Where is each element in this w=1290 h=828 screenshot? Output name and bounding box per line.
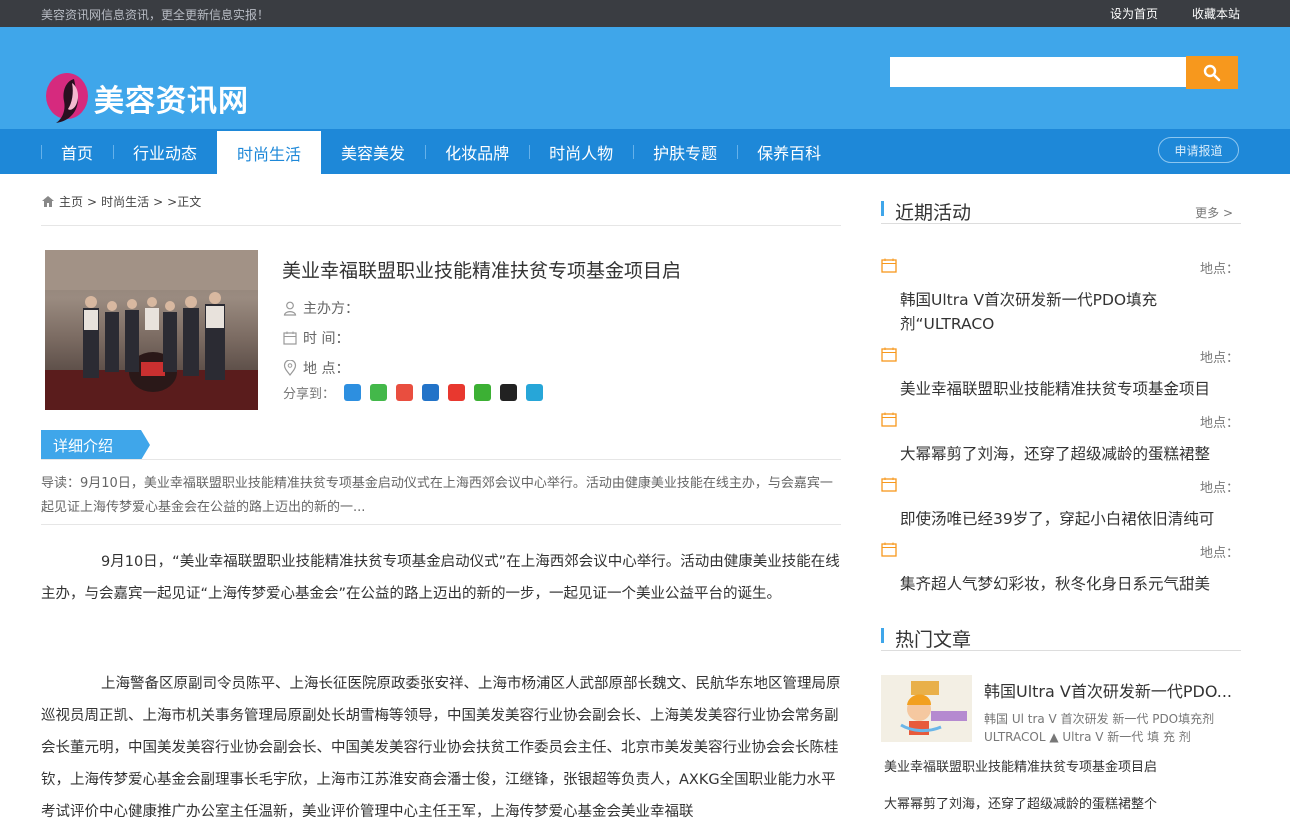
kaixin-share-icon[interactable] xyxy=(448,384,466,401)
logo-woman-icon xyxy=(44,71,90,125)
hot-articles-header: 热门文章 xyxy=(881,601,1241,651)
hot-articles-title: 热门文章 xyxy=(895,629,972,651)
organizer-row: 主办方： xyxy=(283,298,359,318)
nav-item-label[interactable]: 时尚人物 xyxy=(529,140,633,164)
breadcrumb: 主页 > 时尚生活 > > 正文 xyxy=(41,174,841,226)
nav-item-label[interactable]: 化妆品牌 xyxy=(425,140,529,164)
activity-location: 地点： xyxy=(1199,416,1239,431)
nav-item-care-wiki[interactable]: 保养百科 xyxy=(737,129,841,174)
event-title: 美业幸福联盟职业技能精准扶贫专项基金项目启 xyxy=(282,260,682,282)
clover-share-icon[interactable] xyxy=(370,384,388,401)
more-link[interactable]: 更多 > xyxy=(1195,204,1233,221)
nav-item-label[interactable]: 美容美发 xyxy=(321,140,425,164)
breadcrumb-sep: > xyxy=(87,194,98,209)
share-bar: 分享到： xyxy=(283,383,544,402)
main-content: 主页 > 时尚生活 > > 正文 美业幸福联盟职业技能精准扶贫专项基金项目启 主… xyxy=(41,174,841,820)
place-row: 地 点： xyxy=(283,358,349,378)
activities-title: 近期活动 xyxy=(895,202,972,224)
activity-title[interactable]: 集齐超人气梦幻彩妆，秋冬化身日系元气甜美 xyxy=(900,572,1240,596)
activity-location: 地点： xyxy=(1199,351,1239,366)
breadcrumb-section[interactable]: 时尚生活 xyxy=(101,193,149,210)
wechat-share-icon[interactable] xyxy=(474,384,492,401)
top-bar: 美容资讯网信息资讯，更全更新信息实报！ 设为首页 收藏本站 xyxy=(0,0,1290,27)
home-icon xyxy=(42,196,54,207)
bookmark-link[interactable]: 收藏本站 xyxy=(1192,5,1240,22)
search-icon xyxy=(1203,64,1221,81)
organizer-label: 主办方： xyxy=(303,301,359,317)
logo-text: 美容资讯网 xyxy=(94,84,249,119)
hot-article-link[interactable]: 美业幸福联盟职业技能精准扶贫专项基金项目启 xyxy=(884,756,1157,775)
place-label: 地 点： xyxy=(303,361,350,377)
nav-item-label[interactable]: 护肤专题 xyxy=(633,140,737,164)
calendar-icon xyxy=(881,258,897,273)
set-home-link[interactable]: 设为首页 xyxy=(1110,5,1158,22)
search-box xyxy=(890,56,1238,89)
event-photo[interactable] xyxy=(45,250,258,410)
site-logo[interactable]: 美容资讯网 xyxy=(44,71,249,125)
nav-item-cosmetics[interactable]: 化妆品牌 xyxy=(425,129,529,174)
section-marker xyxy=(881,628,884,643)
time-label: 时 间： xyxy=(303,331,350,347)
qzone-share-icon[interactable] xyxy=(344,384,362,401)
article-paragraph: 上海警备区原副司令员陈平、上海长征医院原政委张安祥、上海市杨浦区人武部原部长魏文… xyxy=(41,676,841,820)
search-input[interactable] xyxy=(890,57,1186,87)
nav-item-beauty-hair[interactable]: 美容美发 xyxy=(321,129,425,174)
renren-share-icon[interactable] xyxy=(422,384,440,401)
activity-title[interactable]: 大幂幂剪了刘海，还穿了超级减龄的蛋糕裙整 xyxy=(900,442,1240,466)
activity-location: 地点： xyxy=(1199,262,1239,277)
search-button[interactable] xyxy=(1186,56,1238,89)
activities-header: 近期活动 更多 > xyxy=(881,174,1241,224)
activity-location: 地点： xyxy=(1199,546,1239,561)
nav-item-label[interactable]: 行业动态 xyxy=(113,140,217,164)
article-lead: 导读：9月10日，美业幸福联盟职业技能精准扶贫专项基金启动仪式在上海西郊会议中心… xyxy=(41,476,833,515)
calendar-icon xyxy=(881,347,897,362)
article-paragraph: 9月10日，“美业幸福联盟职业技能精准扶贫专项基金启动仪式”在上海西郊会议中心举… xyxy=(41,554,840,602)
event-summary: 美业幸福联盟职业技能精准扶贫专项基金项目启 主办方： 时 间： 地 点： 分享到… xyxy=(41,226,841,410)
more-share-icon[interactable] xyxy=(526,384,544,401)
hot-article-desc: 韩国 Ul tra V 首次研发 新一代 PDO填充剂 ULTRACOL ▲ U… xyxy=(984,712,1215,744)
detail-tag: 详细介绍 xyxy=(41,430,150,460)
time-row: 时 间： xyxy=(283,328,349,348)
weibo-share-icon[interactable] xyxy=(396,384,414,401)
calendar-icon xyxy=(881,477,897,492)
activity-title[interactable]: 韩国Ultra V首次研发新一代PDO填充剂“ULTRACO xyxy=(900,288,1190,336)
site-header: 美容资讯网 xyxy=(0,27,1290,129)
nav-item-label[interactable]: 保养百科 xyxy=(737,140,841,164)
user-icon xyxy=(283,301,297,316)
location-pin-icon xyxy=(283,360,297,376)
nav-item-fashion-life[interactable]: 时尚生活 xyxy=(217,131,322,174)
breadcrumb-sep: > xyxy=(153,194,164,209)
nav-item-label[interactable]: 首页 xyxy=(41,140,113,164)
nav-item-people[interactable]: 时尚人物 xyxy=(529,129,633,174)
hot-article-link[interactable]: 大幂幂剪了刘海，还穿了超级减龄的蛋糕裙整个 xyxy=(884,793,1157,812)
main-nav: 首页 行业动态 时尚生活 美容美发 化妆品牌 时尚人物 护肤专题 保养百科 申请… xyxy=(0,129,1290,174)
calendar-icon xyxy=(881,412,897,427)
nav-item-skincare[interactable]: 护肤专题 xyxy=(633,129,737,174)
hot-article-thumbnail[interactable] xyxy=(881,675,972,742)
hot-article-title[interactable]: 韩国Ultra V首次研发新一代PDO... xyxy=(984,678,1234,702)
nav-item-label[interactable]: 时尚生活 xyxy=(217,141,321,165)
sidebar: 近期活动 更多 > 地点： 韩国Ultra V首次研发新一代PDO填充剂“ULT… xyxy=(881,174,1241,812)
breadcrumb-current: 正文 xyxy=(177,195,202,209)
site-notice: 美容资讯网信息资讯，更全更新信息实报！ xyxy=(41,8,270,22)
divider xyxy=(41,459,841,460)
activity-title[interactable]: 即使汤唯已经39岁了，穿起小白裙依旧清纯可 xyxy=(900,507,1240,531)
activity-location: 地点： xyxy=(1199,481,1239,496)
qq-share-icon[interactable] xyxy=(500,384,518,401)
calendar-icon xyxy=(283,331,297,345)
breadcrumb-sep: > xyxy=(167,194,178,209)
nav-item-home[interactable]: 首页 xyxy=(41,129,113,174)
share-label: 分享到： xyxy=(283,387,336,402)
activity-title[interactable]: 美业幸福联盟职业技能精准扶贫专项基金项目 xyxy=(900,377,1240,401)
calendar-icon xyxy=(881,542,897,557)
breadcrumb-home[interactable]: 主页 xyxy=(59,193,83,210)
divider xyxy=(41,524,841,525)
apply-report-button[interactable]: 申请报道 xyxy=(1158,137,1239,163)
section-marker xyxy=(881,201,884,216)
nav-item-industry[interactable]: 行业动态 xyxy=(113,129,217,174)
